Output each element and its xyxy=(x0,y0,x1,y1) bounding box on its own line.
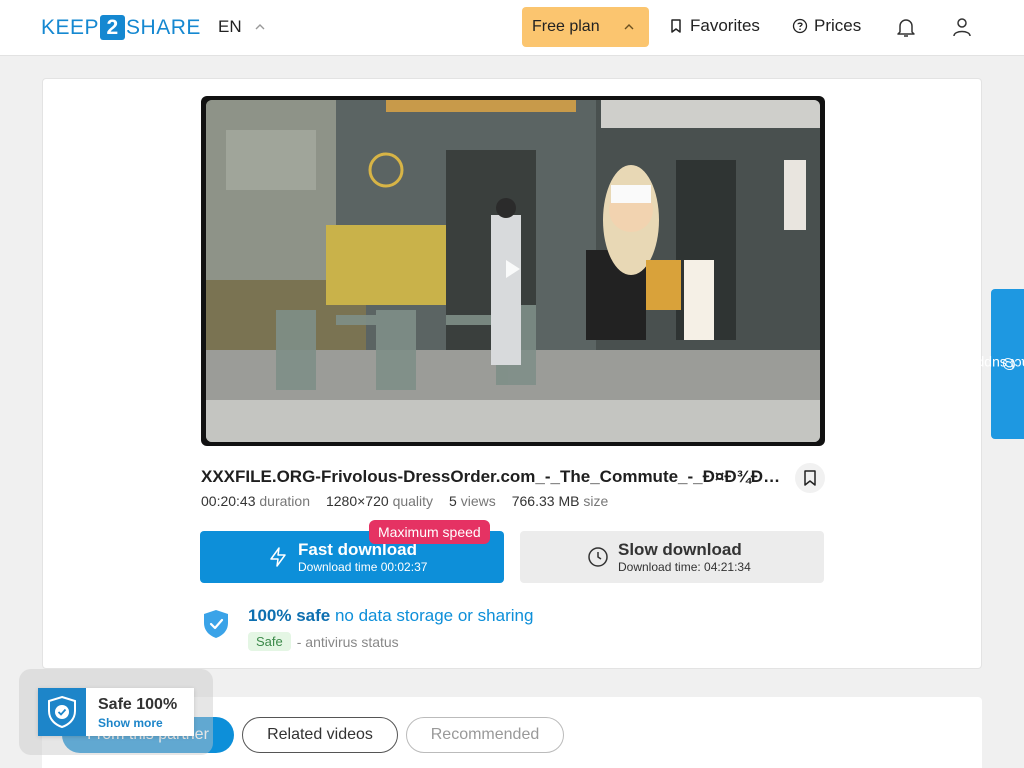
top-header: KEEP 2 SHARE EN Free plan Favorites Pric… xyxy=(0,0,1024,56)
fast-download-time: Download time 00:02:37 xyxy=(298,560,428,574)
safety-rest: no data storage or sharing xyxy=(334,606,534,625)
tab-recommended[interactable]: Recommended xyxy=(406,717,564,753)
download-area: Fast download Download time 00:02:37 Max… xyxy=(42,78,982,669)
language-label: EN xyxy=(218,17,242,36)
safe-widget-show-more[interactable]: Show more xyxy=(98,716,163,730)
shield-check-icon xyxy=(204,610,228,638)
favorites-link[interactable]: Favorites xyxy=(668,16,760,36)
favorites-label: Favorites xyxy=(690,16,760,35)
user-icon[interactable] xyxy=(950,15,974,39)
chevron-up-icon xyxy=(255,24,265,30)
safety-info: 100% safe no data storage or sharing Saf… xyxy=(200,604,600,654)
clock-icon xyxy=(588,547,608,567)
maximum-speed-badge: Maximum speed xyxy=(369,520,490,544)
contact-support-label: @ contact support xyxy=(959,356,1024,372)
shield-check-icon xyxy=(48,695,76,729)
help-circle-icon xyxy=(792,18,808,34)
safe-widget-title: Safe 100% xyxy=(98,696,178,713)
lightning-icon xyxy=(270,547,286,567)
language-selector[interactable]: EN xyxy=(218,17,266,37)
prices-link[interactable]: Prices xyxy=(792,16,861,36)
plan-button[interactable]: Free plan xyxy=(522,7,649,47)
logo-text-left: KEEP xyxy=(41,15,100,39)
antivirus-status: Safe - antivirus status xyxy=(248,632,399,651)
slow-download-button[interactable]: Slow download Download time: 04:21:34 xyxy=(520,531,824,583)
slow-download-title: Slow download xyxy=(618,540,742,559)
logo-text-mid: 2 xyxy=(100,15,126,40)
antivirus-label: - antivirus status xyxy=(296,633,399,650)
safe-widget-shield xyxy=(38,688,86,736)
site-logo[interactable]: KEEP 2 SHARE xyxy=(41,15,201,40)
prices-label: Prices xyxy=(814,16,862,35)
safety-strong: 100% safe xyxy=(248,606,331,625)
plan-label: Free plan xyxy=(532,18,600,35)
bell-icon[interactable] xyxy=(894,15,918,39)
slow-download-time: Download time: 04:21:34 xyxy=(618,560,751,574)
contact-support-tab[interactable]: @ contact support xyxy=(959,289,1024,439)
safety-line: 100% safe no data storage or sharing xyxy=(248,606,533,626)
logo-text-right: SHARE xyxy=(126,15,201,39)
safe-badge: Safe xyxy=(248,632,291,651)
bookmark-icon xyxy=(671,19,681,33)
safe-widget[interactable]: Safe 100% Show more xyxy=(38,688,194,736)
tab-related-videos[interactable]: Related videos xyxy=(242,717,398,753)
chevron-up-icon xyxy=(624,24,634,30)
